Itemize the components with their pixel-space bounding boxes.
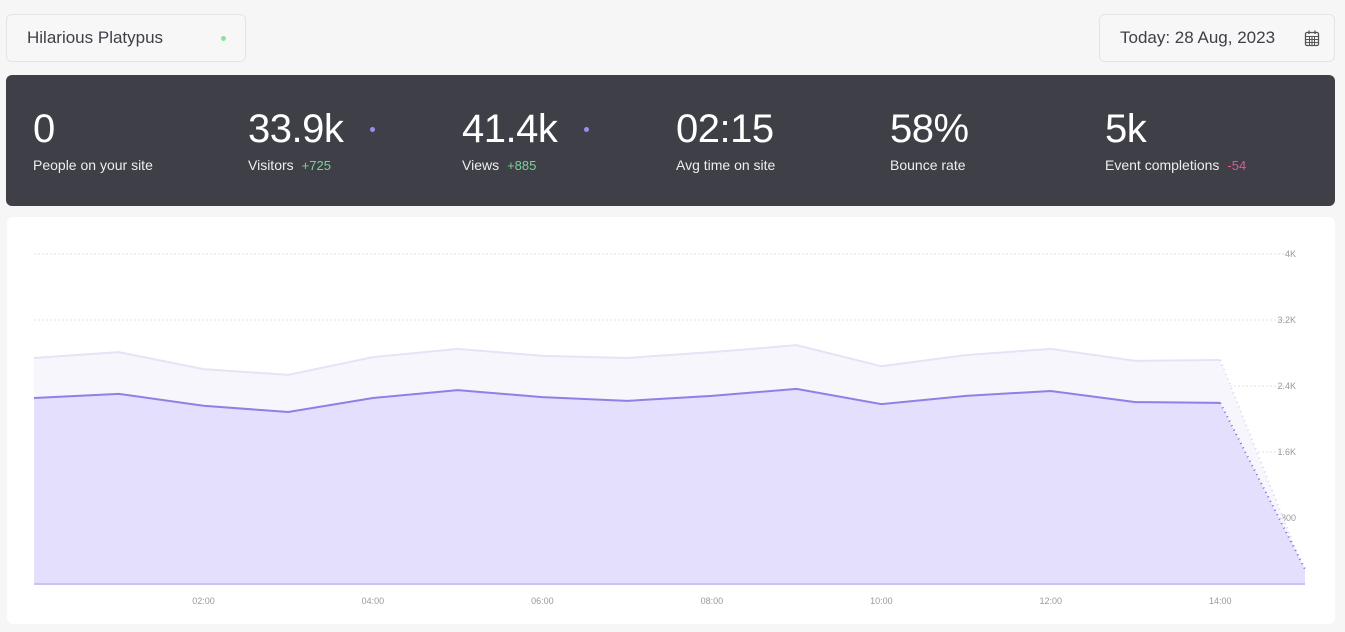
stat-label: Views +885	[462, 157, 557, 173]
stat-label: Avg time on site	[676, 157, 775, 173]
stat-label-text: Visitors	[248, 157, 294, 173]
calendar-icon	[1304, 30, 1320, 47]
chart-svg: 8001.6K2.4K3.2K4K02:00 04:00 06:00 08:00 10:…	[33, 249, 1306, 606]
stat-bounce-rate[interactable]: 58% Bounce rate	[890, 105, 969, 173]
stats-bar: 0 People on your site 33.9k Visitors +725 41.…	[6, 75, 1335, 206]
stat-delta: +725	[301, 158, 331, 173]
x-tick-label: 10:00	[870, 596, 893, 606]
series-dot	[584, 127, 589, 132]
stat-people-on-your-site[interactable]: 0 People on your site	[33, 105, 153, 173]
stat-value: 41.4k	[462, 107, 558, 151]
x-tick-label: 14:00	[1209, 596, 1232, 606]
online-status-dot	[221, 36, 226, 41]
y-tick-label: 2.4K	[1277, 381, 1296, 391]
stat-value: 0	[33, 107, 55, 151]
traffic-chart: 800 1.6K 2.4K 3.2K 4K 02:00 04:00 06:00 08:00 10:…	[7, 217, 1335, 624]
stat-label-text: Views	[462, 157, 500, 173]
area-visitors	[34, 388, 1305, 584]
stat-label-text: Bounce rate	[890, 157, 966, 173]
stat-avg-time-on-site[interactable]: 02:15 Avg time on site	[676, 105, 775, 173]
x-tick-label: 02:00	[192, 596, 215, 606]
x-tick-label: 08:00	[701, 596, 724, 606]
stat-label-text: Event completions	[1105, 157, 1220, 173]
x-tick-label: 04:00	[362, 596, 385, 606]
series-dot	[370, 127, 375, 132]
x-tick-label: 12:00	[1040, 596, 1063, 606]
date-label: Today: 28 Aug, 2023	[1120, 28, 1276, 47]
stat-visitors[interactable]: 33.9k Visitors +725	[248, 105, 375, 173]
stat-views[interactable]: 41.4k Views +885	[462, 105, 589, 173]
stat-value: 58%	[890, 107, 969, 151]
y-tick-label: 4K	[1285, 249, 1296, 259]
stat-value: 5k	[1105, 107, 1147, 151]
site-selector[interactable]: Hilarious Platypus	[6, 14, 246, 62]
stat-event-completions[interactable]: 5k Event completions -54	[1105, 105, 1246, 173]
stat-label-text: Avg time on site	[676, 157, 776, 173]
y-tick-label: 1.6K	[1277, 447, 1296, 457]
stat-label: Event completions -54	[1105, 157, 1246, 173]
stat-value: 02:15	[676, 107, 774, 151]
y-tick-label: 3.2K	[1277, 315, 1296, 325]
stat-value: 33.9k	[248, 107, 344, 151]
stat-label: Visitors +725	[248, 157, 343, 173]
stat-label-text: People on your site	[33, 157, 153, 173]
stat-label: Bounce rate	[890, 157, 969, 173]
stat-label: People on your site	[33, 157, 153, 173]
date-picker[interactable]: Today: 28 Aug, 2023	[1099, 14, 1335, 62]
site-name: Hilarious Platypus	[27, 28, 164, 47]
stat-delta: -54	[1227, 158, 1247, 173]
x-tick-label: 06:00	[531, 596, 554, 606]
stat-delta: +885	[507, 158, 537, 173]
